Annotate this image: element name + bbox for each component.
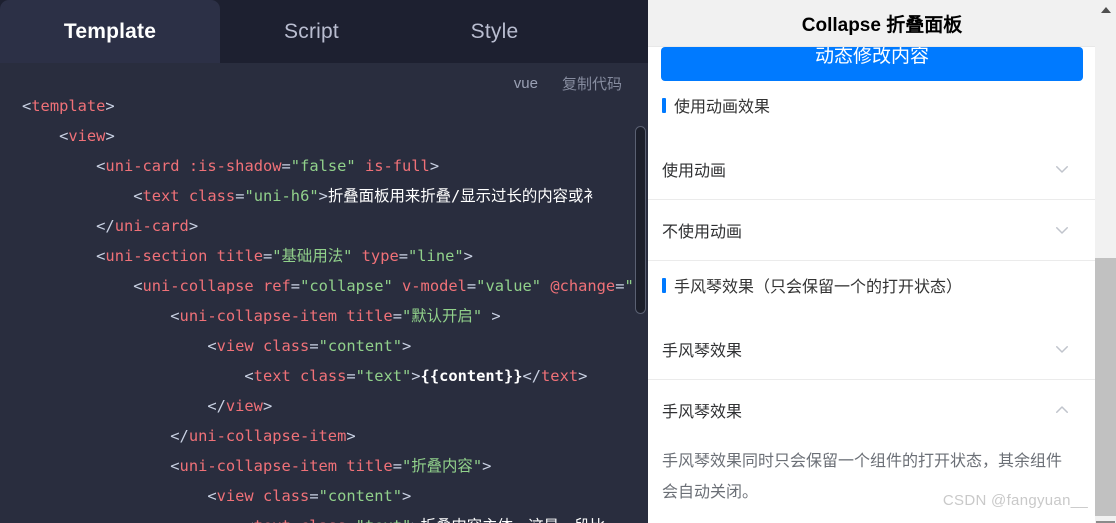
section-accent-bar: [662, 277, 666, 293]
section-animation: 使用动画效果 使用动画 不使用动画: [648, 93, 1095, 261]
collapse-header-no-animation[interactable]: 不使用动画: [648, 200, 1095, 260]
collapse-header-accordion-1[interactable]: 手风琴效果: [648, 319, 1095, 379]
code-area: vue 复制代码 <template> <view> <uni-card :is…: [0, 63, 648, 523]
code-language-label: vue: [513, 75, 538, 92]
code-block[interactable]: <template> <view> <uni-card :is-shadow="…: [0, 63, 648, 523]
tab-script[interactable]: Script: [220, 0, 403, 63]
page-scrollbar-track[interactable]: [1095, 0, 1116, 523]
preview-header: Collapse 折叠面板: [648, 0, 1116, 47]
section-title-text: 手风琴效果（只会保留一个的打开状态）: [674, 279, 963, 296]
tab-template-label: Template: [63, 19, 157, 43]
collapse-title: 手风琴效果: [662, 343, 743, 360]
chevron-down-icon[interactable]: [1053, 160, 1071, 178]
tab-template[interactable]: Template: [0, 0, 220, 63]
collapse-item: 不使用动画: [648, 200, 1095, 261]
section-title-accordion: 手风琴效果（只会保留一个的打开状态）: [648, 273, 1095, 297]
tab-script-label: Script: [284, 19, 339, 43]
collapse-title: 使用动画: [662, 163, 727, 180]
page-title: Collapse 折叠面板: [801, 14, 963, 36]
scroll-up-arrow-icon[interactable]: [1095, 0, 1116, 21]
collapse-title: 不使用动画: [662, 224, 743, 241]
collapse-header-use-animation[interactable]: 使用动画: [648, 139, 1095, 199]
tab-style-label: Style: [470, 19, 519, 43]
collapse-item: 使用动画: [648, 139, 1095, 200]
screenshot-root: Template Script Style vue 复制代码 <template…: [0, 0, 1116, 523]
dynamic-modify-content-label: 动态修改内容: [814, 47, 929, 67]
collapse-title: 手风琴效果: [662, 404, 743, 421]
code-editor-panel: Template Script Style vue 复制代码 <template…: [0, 0, 648, 523]
page-scrollbar-thumb[interactable]: [1095, 258, 1116, 516]
editor-scrollbar-thumb[interactable]: [635, 126, 646, 314]
editor-scrollbar-track[interactable]: [632, 126, 648, 523]
section-accordion: 手风琴效果（只会保留一个的打开状态） 手风琴效果 手风琴效果 手风琴效果同时只会…: [648, 273, 1095, 523]
collapse-body-accordion-2: 手风琴效果同时只会保留一个组件的打开状态，其余组件会自动关闭。: [662, 453, 1063, 501]
dynamic-modify-content-button[interactable]: 动态修改内容: [661, 47, 1083, 81]
collapse-group-animation: 使用动画 不使用动画: [648, 139, 1095, 261]
copy-code-button[interactable]: 复制代码: [562, 73, 622, 94]
chevron-down-icon[interactable]: [1053, 221, 1071, 239]
chevron-up-icon[interactable]: [1053, 401, 1071, 419]
section-title-text: 使用动画效果: [674, 99, 771, 116]
collapse-header-accordion-2[interactable]: 手风琴效果: [648, 380, 1095, 440]
watermark: CSDN @fangyuan__: [942, 492, 1088, 509]
chevron-down-icon[interactable]: [1053, 340, 1071, 358]
editor-tab-bar: Template Script Style: [0, 0, 648, 63]
preview-panel: Collapse 折叠面板 动态修改内容 使用动画效果 使用动画 不使用动画 手…: [648, 0, 1116, 523]
section-title-animation: 使用动画效果: [648, 93, 1095, 117]
collapse-item: 手风琴效果: [648, 319, 1095, 380]
code-toolbar: vue 复制代码: [514, 73, 622, 94]
preview-content: 动态修改内容 使用动画效果 使用动画 不使用动画 手风琴效果（只会保留一个的打开…: [648, 47, 1095, 523]
section-accent-bar: [662, 97, 666, 113]
tab-style[interactable]: Style: [403, 0, 586, 63]
